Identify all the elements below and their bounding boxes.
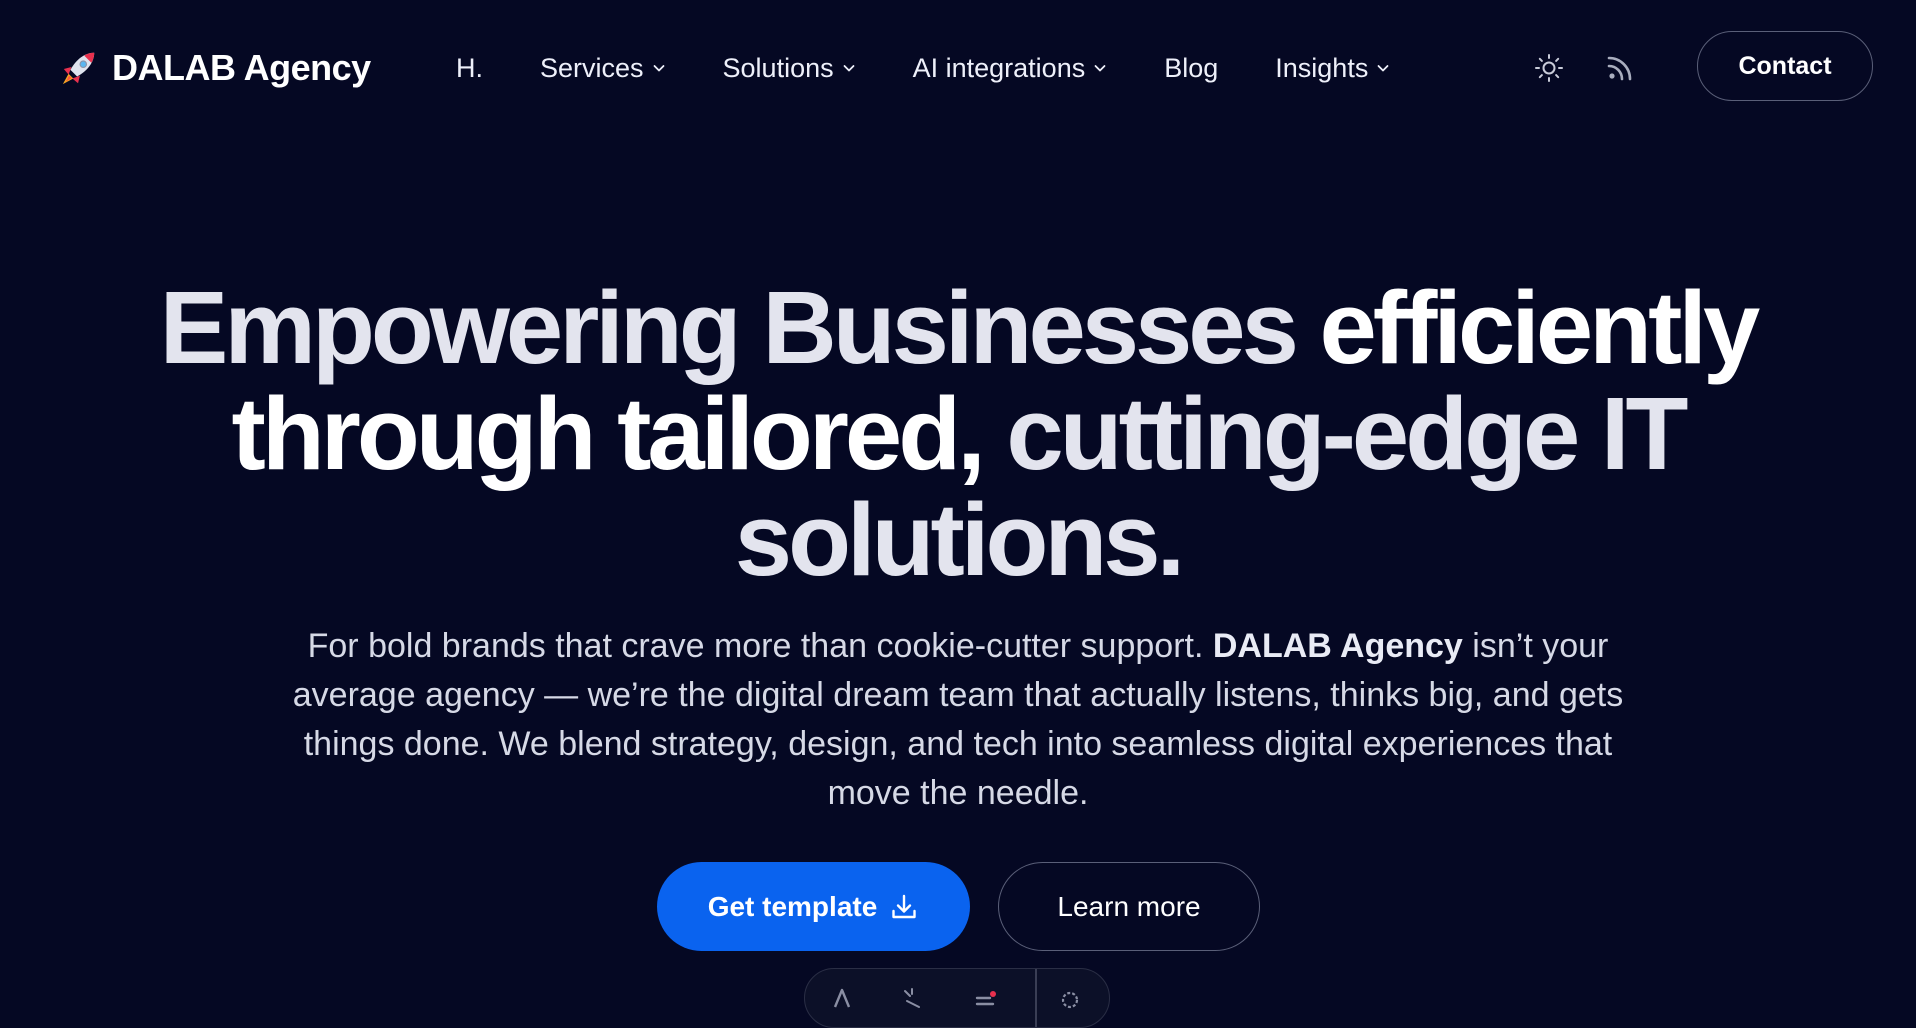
- nav-item-insights[interactable]: Insights: [1275, 53, 1390, 84]
- download-icon: [892, 894, 916, 918]
- hero-desc-intro: For bold brands that crave more than coo…: [307, 627, 1213, 665]
- main-nav: H. Services Solutions AI integrations Bl…: [456, 44, 1390, 92]
- floating-toolbar[interactable]: [804, 968, 1110, 1028]
- nav-item-label: AI integrations: [912, 52, 1086, 83]
- sun-icon: [1535, 54, 1563, 82]
- nav-item-label: Blog: [1164, 52, 1219, 83]
- nav-item-services[interactable]: Services: [540, 53, 666, 84]
- nav-item-label: Solutions: [722, 52, 834, 83]
- menu-tool-icon: [975, 991, 996, 1006]
- theme-toggle-button[interactable]: [1533, 52, 1565, 84]
- rss-icon: [1607, 56, 1632, 81]
- sparkle-tool-icon: [904, 988, 920, 1008]
- nav-item-label: Services: [540, 52, 644, 83]
- nav-item-ai-integrations[interactable]: AI integrations: [913, 53, 1108, 84]
- text-tool-icon: [833, 988, 851, 1008]
- get-template-button[interactable]: Get template: [657, 862, 970, 951]
- nav-item-label: H.: [456, 52, 483, 83]
- hero-description: For bold brands that crave more than coo…: [270, 622, 1646, 818]
- nav-item-solutions[interactable]: Solutions: [723, 53, 856, 84]
- nav-item-blog[interactable]: Blog: [1164, 53, 1218, 84]
- brand-logo-link[interactable]: DALAB Agency: [60, 44, 371, 92]
- site-header: DALAB Agency H. Services Solutions AI in…: [0, 0, 1916, 134]
- gear-icon: [1061, 991, 1079, 1009]
- get-template-label: Get template: [707, 890, 878, 922]
- learn-more-button[interactable]: Learn more: [998, 862, 1260, 951]
- hero-title-part1: Empowering Businesses: [159, 270, 1320, 385]
- hero-title: Empowering Businesses efficiently throug…: [100, 275, 1816, 593]
- chevron-down-icon: [843, 65, 855, 72]
- brand-name: DALAB Agency: [112, 47, 371, 88]
- chevron-down-icon: [653, 65, 664, 72]
- toolbar-divider: [1035, 969, 1037, 1027]
- hero-desc-brand: DALAB Agency: [1212, 627, 1463, 665]
- contact-button[interactable]: Contact: [1697, 31, 1873, 101]
- nav-item-home[interactable]: H.: [456, 53, 483, 84]
- chevron-down-icon: [1094, 65, 1106, 72]
- nav-item-label: Insights: [1275, 52, 1369, 83]
- rss-feed-link[interactable]: [1604, 52, 1636, 84]
- rocket-icon: [62, 52, 95, 85]
- chevron-down-icon: [1377, 65, 1389, 72]
